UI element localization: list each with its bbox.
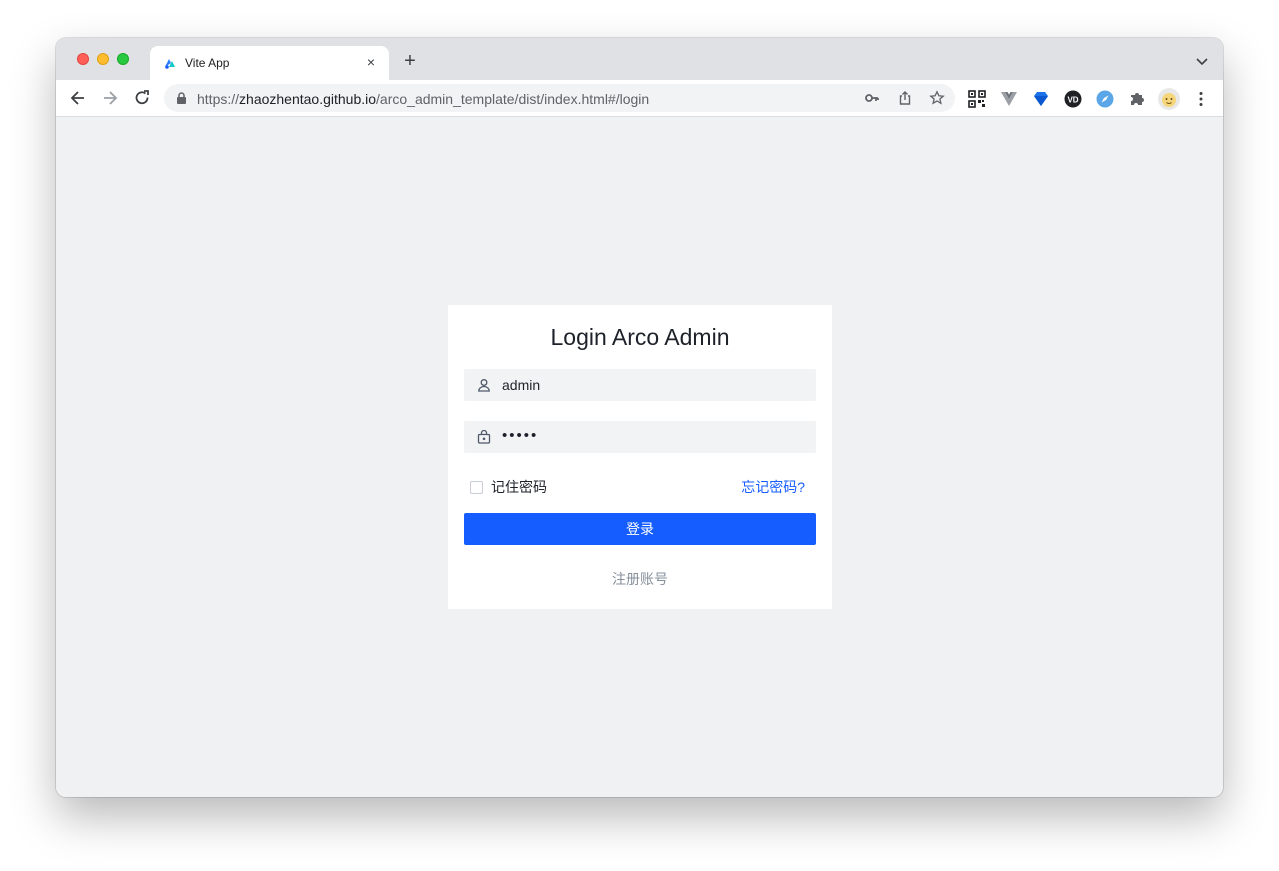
remember-password[interactable]: 记住密码 bbox=[470, 477, 547, 497]
browser-tab[interactable]: Vite App × bbox=[150, 46, 389, 80]
tab-strip: Vite App × + bbox=[56, 38, 1223, 80]
tab-close-icon[interactable]: × bbox=[363, 54, 379, 70]
username-value: admin bbox=[502, 377, 541, 393]
register-link[interactable]: 注册账号 bbox=[448, 569, 832, 589]
compass-extension-icon[interactable] bbox=[1096, 90, 1114, 108]
profile-avatar[interactable] bbox=[1158, 88, 1180, 110]
url-text: https://zhaozhentao.github.io/arco_admin… bbox=[197, 91, 649, 107]
close-window-button[interactable] bbox=[77, 53, 89, 65]
password-value: ••••• bbox=[502, 427, 539, 444]
remember-checkbox[interactable] bbox=[470, 480, 483, 494]
vue-devtools-icon[interactable] bbox=[1000, 90, 1018, 108]
tab-title: Vite App bbox=[185, 56, 230, 70]
remember-label: 记住密码 bbox=[491, 479, 547, 495]
login-title: Login Arco Admin bbox=[550, 324, 730, 350]
browser-window: Vite App × + https://zhaozhentao.github.… bbox=[56, 38, 1223, 797]
minimize-window-button[interactable] bbox=[97, 53, 109, 65]
login-card: Login Arco Admin admin ••••• 记住密码 忘记密码? … bbox=[448, 305, 832, 609]
share-icon[interactable] bbox=[897, 90, 913, 106]
maximize-window-button[interactable] bbox=[117, 53, 129, 65]
address-bar[interactable]: https://zhaozhentao.github.io/arco_admin… bbox=[164, 84, 955, 112]
url-scheme: https:// bbox=[197, 91, 240, 107]
username-field[interactable]: admin bbox=[464, 369, 816, 401]
forgot-password-link[interactable]: 忘记密码? bbox=[741, 477, 805, 497]
qr-code-icon[interactable] bbox=[968, 90, 986, 108]
browser-toolbar: https://zhaozhentao.github.io/arco_admin… bbox=[56, 80, 1223, 117]
forward-icon[interactable] bbox=[100, 88, 120, 108]
reload-icon[interactable] bbox=[132, 88, 152, 108]
password-field[interactable]: ••••• bbox=[464, 421, 816, 453]
diamond-extension-icon[interactable] bbox=[1032, 90, 1050, 108]
arco-favicon-icon bbox=[165, 59, 175, 69]
tab-search-chevron-icon[interactable] bbox=[1195, 54, 1209, 68]
lock-icon[interactable] bbox=[176, 92, 187, 104]
key-icon[interactable] bbox=[864, 90, 880, 106]
star-icon[interactable] bbox=[929, 90, 945, 106]
url-host: zhaozhentao.github.io bbox=[239, 91, 377, 107]
puzzle-icon[interactable] bbox=[1128, 90, 1146, 108]
new-tab-button[interactable]: + bbox=[401, 51, 419, 71]
login-button[interactable]: 登录 bbox=[464, 513, 816, 545]
vd-extension-icon[interactable]: VD bbox=[1064, 90, 1082, 108]
user-icon bbox=[478, 379, 490, 392]
more-menu-icon[interactable] bbox=[1192, 90, 1210, 108]
url-path: /arco_admin_template/dist/index.html#/lo… bbox=[376, 91, 650, 107]
lock-icon bbox=[477, 430, 491, 444]
svg-text:VD: VD bbox=[1067, 96, 1078, 105]
back-icon[interactable] bbox=[68, 88, 88, 108]
page-content: Login Arco Admin admin ••••• 记住密码 忘记密码? … bbox=[56, 117, 1223, 797]
